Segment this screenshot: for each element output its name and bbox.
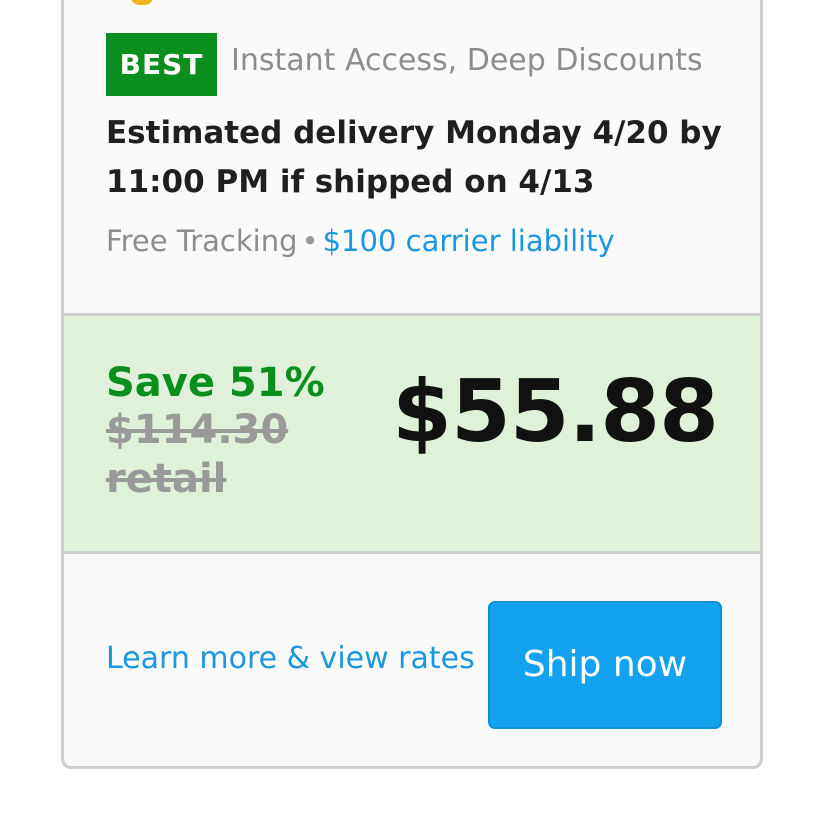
- learn-more-link[interactable]: Learn more & view rates: [106, 641, 475, 676]
- ship-now-button[interactable]: Ship now: [488, 601, 722, 729]
- save-percentage: Save 51%: [106, 360, 325, 406]
- free-tracking-label: Free Tracking: [106, 224, 298, 258]
- price: $55.88: [392, 362, 719, 462]
- shipping-option-card: BEST Instant Access, Deep Discounts Esti…: [61, 0, 763, 769]
- retail-price: $114.30 retail: [106, 407, 289, 502]
- badge-description: Instant Access, Deep Discounts: [231, 43, 703, 78]
- best-badge: BEST: [106, 33, 217, 96]
- tracking-info: Free Tracking • $100 carrier liability: [106, 224, 615, 258]
- estimated-delivery: Estimated delivery Monday 4/20 by 11:00 …: [106, 115, 722, 200]
- shield-icon: [130, 0, 154, 5]
- price-section: Save 51% $114.30 retail $55.88: [64, 313, 760, 554]
- carrier-liability-link[interactable]: $100 carrier liability: [323, 224, 615, 258]
- separator-dot: •: [301, 224, 319, 258]
